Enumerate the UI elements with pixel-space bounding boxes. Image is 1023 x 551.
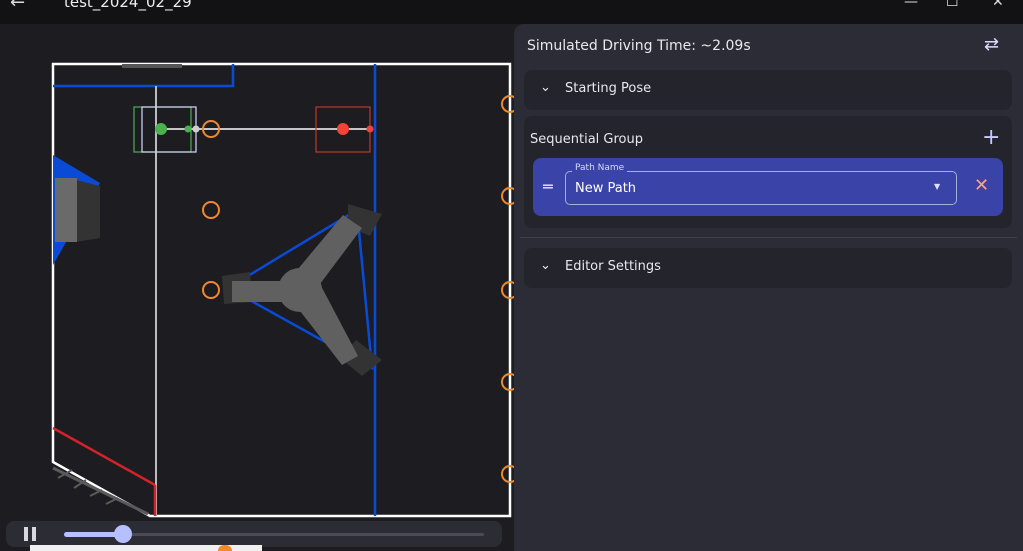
start-point [155,123,167,135]
note-ring [202,281,220,299]
maximize-icon[interactable]: ☐ [946,0,959,10]
note-ring [501,95,514,113]
editor-panel: Simulated Driving Time: ~2.09s ⇄ ⌄ Start… [514,24,1023,551]
path-name-dropdown[interactable]: Path Name New Path ▼ [565,163,957,205]
starting-pose-label: Starting Pose [565,81,652,96]
starting-pose-section[interactable]: ⌄ Starting Pose [524,70,1012,110]
back-arrow-icon[interactable]: ← [10,0,25,13]
dropdown-arrow-icon[interactable]: ▼ [934,182,940,191]
playback-bar [6,521,502,547]
field-drawing[interactable] [0,24,514,518]
chevron-down-icon: ⌄ [540,258,551,273]
note-ring [501,373,514,391]
stage-center [278,268,322,312]
start-control-point [184,125,192,133]
end-control-point [366,125,374,133]
editor-settings-label: Editor Settings [565,259,661,274]
minimize-icon[interactable]: — [904,0,918,10]
note-ring [501,281,514,299]
swap-horizontal-icon[interactable]: ⇄ [984,34,999,55]
note-ring [501,465,514,483]
note-ring [501,187,514,205]
sequential-group-title: Sequential Group [530,132,643,147]
path-name-value: New Path [575,181,637,196]
speaker-grey [55,178,77,242]
pause-icon[interactable] [24,527,36,541]
playback-slider-thumb[interactable] [113,525,132,543]
window-title: test_2024_02_29 [64,0,192,11]
stage-bar [122,64,182,68]
heading-point [192,125,200,133]
close-icon[interactable]: ✕ [974,175,989,196]
simulated-time-label: Simulated Driving Time: ~2.09s [527,38,751,54]
path-name-label: Path Name [572,163,628,173]
end-point [337,123,349,135]
note-ring [202,201,220,219]
field-canvas[interactable] [0,24,514,518]
drag-handle-icon[interactable]: ═ [543,177,553,196]
speaker-dark [76,180,100,242]
divider [520,237,1017,238]
sequential-group: Sequential Group + ═ Path Name New Path … [524,116,1012,228]
taskbar-dot [218,545,232,551]
chevron-down-icon: ⌄ [540,80,551,95]
plus-icon[interactable]: + [982,125,1000,150]
close-window-icon[interactable]: ✕ [992,0,1004,10]
editor-settings-section[interactable]: ⌄ Editor Settings [524,248,1012,288]
path-command-card: ═ Path Name New Path ▼ ✕ [533,158,1003,216]
title-bar: ← test_2024_02_29 — ☐ ✕ [0,0,1023,24]
